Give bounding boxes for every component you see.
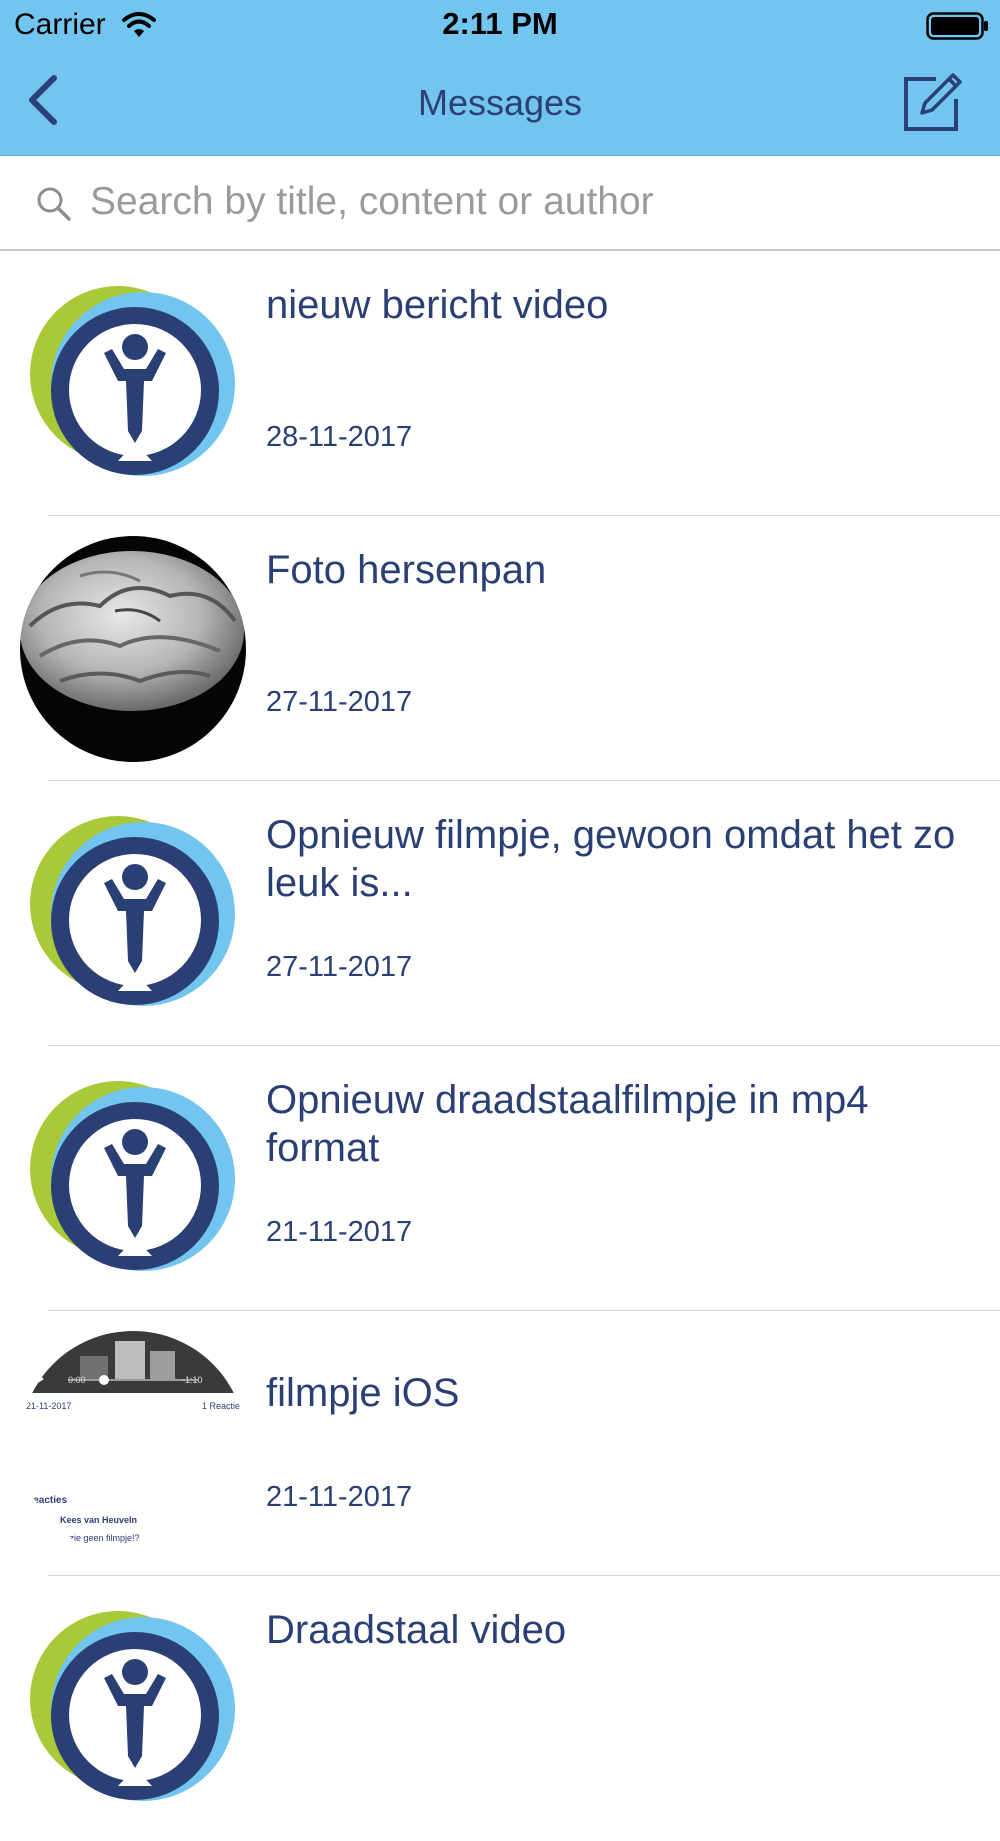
page-title: Messages	[417, 82, 583, 123]
message-date: 21-11-2017	[266, 1481, 413, 1513]
search-icon	[37, 187, 71, 221]
message-date: 27-11-2017	[266, 951, 413, 983]
message-row[interactable]: 0:00 -1:10 21-11-2017 1 Reactie Reacties…	[0, 1311, 1000, 1576]
compose-button[interactable]	[902, 70, 964, 132]
hands-brain-photo-avatar	[20, 536, 246, 762]
search-input[interactable]	[88, 176, 972, 228]
message-title: Opnieuw filmpje, gewoon omdat het zo leu…	[266, 813, 956, 905]
thumb-commenter: Kees van Heuveln	[60, 1515, 137, 1525]
message-title: filmpje iOS	[266, 1371, 460, 1415]
organization-logo-avatar	[30, 816, 235, 1006]
battery-icon	[926, 12, 988, 40]
organization-logo-avatar	[30, 1611, 235, 1801]
video-time-start: 0:00	[68, 1375, 86, 1385]
message-title: Opnieuw draadstaalfilmpje in mp4 format	[266, 1078, 869, 1170]
message-title: Draadstaal video	[266, 1608, 567, 1652]
thumb-date: 21-11-2017	[26, 1401, 71, 1411]
navigation-header: Carrier 2:11 PM Messages	[0, 0, 1000, 156]
message-title: Foto hersenpan	[266, 548, 547, 592]
message-row[interactable]: Draadstaal video	[0, 1576, 1000, 1841]
video-screenshot-avatar: 0:00 -1:10 21-11-2017 1 Reactie Reacties…	[20, 1331, 246, 1557]
message-date: 28-11-2017	[266, 421, 413, 453]
thumb-comment: Ik zie geen filmpje!?	[60, 1533, 140, 1543]
video-time-end: -1:10	[182, 1375, 203, 1385]
thumb-reactions: 1 Reactie	[202, 1401, 240, 1411]
organization-logo-avatar	[30, 1081, 235, 1271]
message-list: nieuw bericht video 28-11-2017 Foto hers…	[0, 251, 1000, 1841]
message-date: 27-11-2017	[266, 686, 413, 718]
message-title: nieuw bericht video	[266, 283, 609, 327]
search-bar	[0, 156, 1000, 251]
message-row[interactable]: Foto hersenpan 27-11-2017	[0, 516, 1000, 781]
message-row[interactable]: Opnieuw draadstaalfilmpje in mp4 format …	[0, 1046, 1000, 1311]
message-row[interactable]: nieuw bericht video 28-11-2017	[0, 251, 1000, 516]
status-time: 2:11 PM	[442, 6, 558, 41]
organization-logo-avatar	[30, 286, 235, 476]
message-row[interactable]: Opnieuw filmpje, gewoon omdat het zo leu…	[0, 781, 1000, 1046]
compose-icon	[904, 73, 962, 131]
message-date: 21-11-2017	[266, 1216, 413, 1248]
thumb-reacties-label: Reacties	[26, 1495, 68, 1506]
